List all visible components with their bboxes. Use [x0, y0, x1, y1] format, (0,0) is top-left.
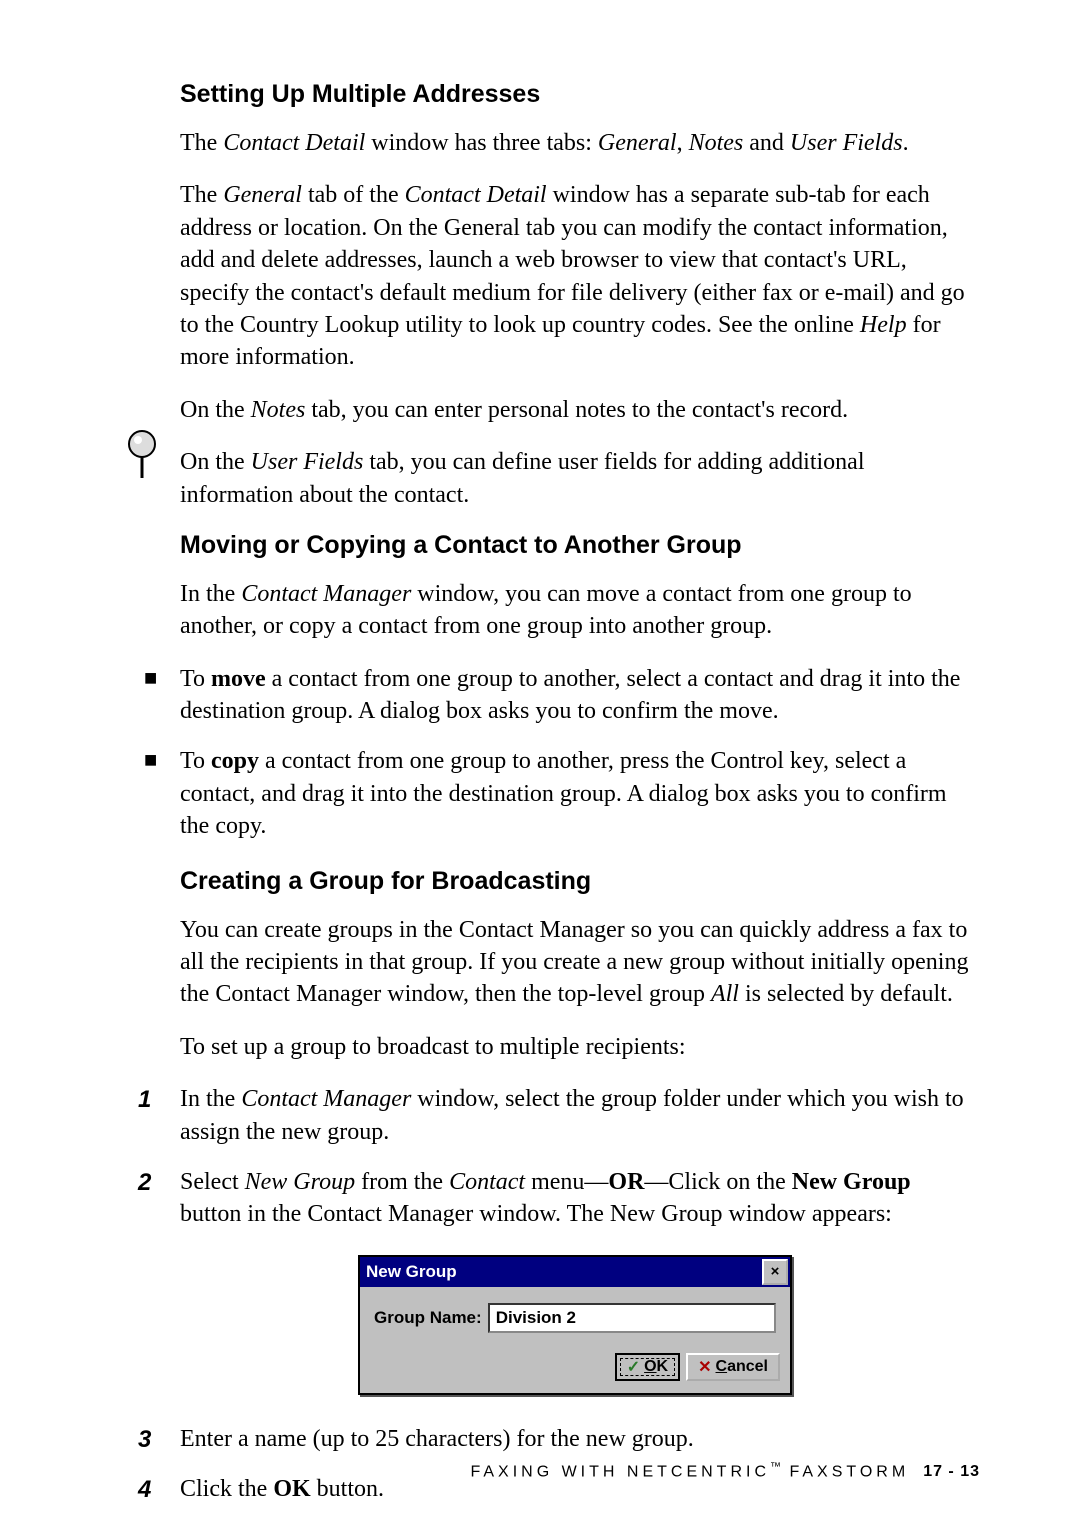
paragraph: On the Notes tab, you can enter personal…: [180, 394, 970, 426]
page-footer: FAXING WITH NETCENTRIC™ FAXSTORM 17 - 13: [120, 1461, 980, 1481]
text: To: [180, 666, 211, 692]
step-item: 1 In the Contact Manager window, select …: [138, 1083, 970, 1162]
term-notes: Notes: [689, 130, 744, 156]
term-user-fields: User Fields: [790, 130, 903, 156]
text: a contact from one group to another, sel…: [180, 666, 960, 724]
group-name-input[interactable]: Division 2: [488, 1303, 776, 1333]
paragraph: The General tab of the Contact Detail wi…: [180, 179, 970, 373]
text: —Click on the: [644, 1169, 791, 1195]
step-number: 2: [138, 1166, 180, 1245]
group-name-row: Group Name: Division 2: [374, 1303, 776, 1333]
cancel-label: Cancel: [716, 1358, 768, 1376]
paragraph: The Contact Detail window has three tabs…: [180, 127, 970, 159]
dialog-titlebar: New Group ×: [360, 1257, 790, 1287]
text: .: [903, 130, 909, 156]
heading-moving-copying: Moving or Copying a Contact to Another G…: [180, 531, 970, 560]
cancel-button[interactable]: ✕ Cancel: [686, 1353, 780, 1381]
x-icon: ✕: [698, 1357, 711, 1377]
term-all: All: [711, 981, 739, 1007]
close-button[interactable]: ×: [762, 1259, 788, 1285]
term-contact-detail: Contact Detail: [223, 130, 365, 156]
term-new-group-btn: New Group: [792, 1169, 911, 1195]
step-text: Enter a name (up to 25 characters) for t…: [180, 1423, 970, 1455]
heading-setting-up: Setting Up Multiple Addresses: [180, 80, 970, 109]
pushpin-icon: [125, 430, 159, 480]
term-contact-manager: Contact Manager: [241, 1086, 411, 1112]
check-icon: ✓: [627, 1357, 640, 1377]
text: from the: [355, 1169, 449, 1195]
section-creating-group: Creating a Group for Broadcasting You ca…: [180, 867, 970, 1520]
text: In the: [180, 581, 241, 607]
text: button in the Contact Manager window. Th…: [180, 1201, 892, 1227]
paragraph: In the Contact Manager window, you can m…: [180, 578, 970, 643]
section-moving-copying: Moving or Copying a Contact to Another G…: [180, 531, 970, 843]
text: On the: [180, 397, 251, 423]
heading-creating-group: Creating a Group for Broadcasting: [180, 867, 970, 896]
close-icon: ×: [771, 1263, 780, 1280]
footer-text: FAXING WITH NETCENTRIC: [470, 1463, 770, 1480]
bullet-icon: ■: [144, 663, 180, 728]
text: window has three tabs:: [365, 130, 598, 156]
step-number: 1: [138, 1083, 180, 1162]
step-text: Select New Group from the Contact menu—O…: [180, 1166, 970, 1231]
list-item: ■ To move a contact from one group to an…: [144, 663, 970, 728]
dialog-figure: New Group × Group Name: Division 2: [180, 1255, 970, 1395]
term-copy: copy: [211, 748, 259, 774]
text: is selected by default.: [739, 981, 953, 1007]
term-user-fields: User Fields: [251, 449, 364, 475]
term-new-group: New Group: [245, 1169, 355, 1195]
list-item-text: To move a contact from one group to anot…: [180, 663, 970, 728]
step-text: In the Contact Manager window, select th…: [180, 1083, 970, 1148]
paragraph: To set up a group to broadcast to multip…: [180, 1031, 970, 1063]
text: In the: [180, 1086, 241, 1112]
tip-block: On the Notes tab, you can enter personal…: [180, 394, 970, 511]
text: The: [180, 130, 223, 156]
ok-label: OK: [644, 1358, 668, 1376]
new-group-dialog: New Group × Group Name: Division 2: [358, 1255, 792, 1395]
text: Select: [180, 1169, 245, 1195]
group-name-label: Group Name:: [374, 1308, 482, 1328]
term-general: General: [223, 182, 302, 208]
ok-button[interactable]: ✓ OK: [615, 1353, 680, 1381]
list-item-text: To copy a contact from one group to anot…: [180, 745, 970, 842]
term-or: OR: [608, 1169, 644, 1195]
text: On the: [180, 449, 251, 475]
footer-text: FAXSTORM: [781, 1463, 909, 1480]
text: To: [180, 748, 211, 774]
paragraph: You can create groups in the Contact Man…: [180, 914, 970, 1011]
paragraph: On the User Fields tab, you can define u…: [180, 446, 970, 511]
section-setting-up: Setting Up Multiple Addresses The Contac…: [180, 80, 970, 374]
bullet-icon: ■: [144, 745, 180, 842]
text: tab, you can enter personal notes to the…: [305, 397, 848, 423]
text: menu—: [525, 1169, 608, 1195]
group-name-value: Division 2: [496, 1308, 576, 1328]
term-move: move: [211, 666, 266, 692]
term-contact-detail: Contact Detail: [405, 182, 547, 208]
dialog-button-row: ✓ OK ✕ Cancel: [360, 1347, 790, 1393]
term-general: General: [598, 130, 677, 156]
dialog-title: New Group: [366, 1262, 457, 1282]
trademark-icon: ™: [770, 1461, 781, 1473]
text: ,: [677, 130, 689, 156]
text: and: [743, 130, 790, 156]
page-number: 17 - 13: [923, 1463, 980, 1480]
term-notes: Notes: [251, 397, 306, 423]
document-page: Setting Up Multiple Addresses The Contac…: [0, 0, 1080, 1529]
term-contact: Contact: [449, 1169, 525, 1195]
text: The: [180, 182, 223, 208]
dialog-body: Group Name: Division 2: [360, 1287, 790, 1347]
term-help: Help: [860, 312, 907, 338]
term-contact-manager: Contact Manager: [241, 581, 411, 607]
step-item: 2 Select New Group from the Contact menu…: [138, 1166, 970, 1245]
text: tab of the: [302, 182, 405, 208]
text: a contact from one group to another, pre…: [180, 748, 947, 839]
list-item: ■ To copy a contact from one group to an…: [144, 745, 970, 842]
